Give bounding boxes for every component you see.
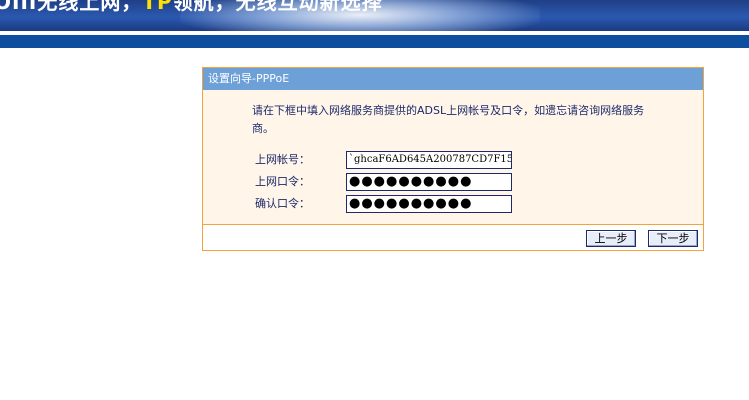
password-label: 上网口令： xyxy=(255,175,310,188)
previous-button[interactable]: 上一步 xyxy=(586,230,636,247)
banner-bar xyxy=(0,35,749,48)
confirm-password-input[interactable]: ●●●●●●●●●● xyxy=(346,195,512,213)
wizard-intro-text: 请在下框中填入网络服务商提供的ADSL上网帐号及口令，如遗忘请咨询网络服务商。 xyxy=(252,104,645,135)
banner-slogan: OIII无线上网，TP领航，无线互动新选择 xyxy=(0,0,383,14)
account-input[interactable]: `ghcaF6AD645A200787CD7F15B xyxy=(346,151,512,169)
wizard-panel: 设置向导-PPPoE 请在下框中填入网络服务商提供的ADSL上网帐号及口令，如遗… xyxy=(202,67,704,251)
wizard-footer: 上一步 下一步 xyxy=(203,225,703,250)
account-label: 上网帐号： xyxy=(255,153,310,166)
banner-text-part1: OIII无线上网， xyxy=(0,0,143,14)
password-input[interactable]: ●●●●●●●●●● xyxy=(346,173,512,191)
banner-text-part2: 领航，无线互动新选择 xyxy=(172,0,383,14)
top-banner: OIII无线上网，TP领航，无线互动新选择 xyxy=(0,0,749,31)
wizard-body: 请在下框中填入网络服务商提供的ADSL上网帐号及口令，如遗忘请咨询网络服务商。 … xyxy=(203,90,703,224)
banner-text-highlight: TP xyxy=(142,0,173,14)
confirm-password-label: 确认口令： xyxy=(255,197,310,210)
wizard-title: 设置向导-PPPoE xyxy=(203,68,703,90)
next-button[interactable]: 下一步 xyxy=(648,230,698,247)
